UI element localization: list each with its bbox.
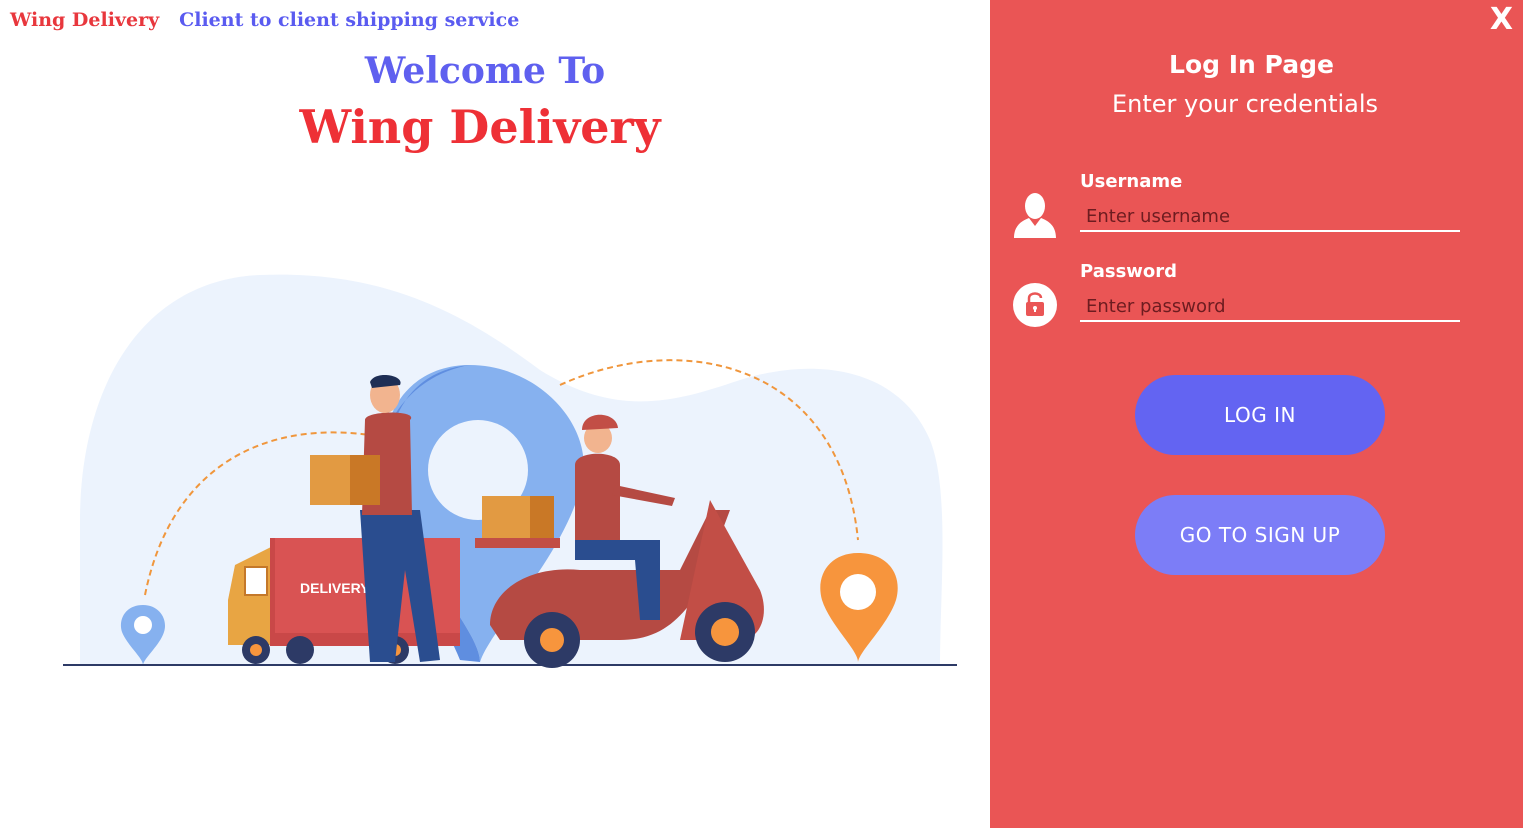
username-label: Username xyxy=(1080,171,1183,192)
welcome-heading: Welcome To xyxy=(364,50,606,92)
panel-title: Log In Page xyxy=(1169,50,1334,79)
top-bar: Wing Delivery Client to client shipping … xyxy=(10,9,519,31)
app-window: Wing Delivery Client to client shipping … xyxy=(0,0,1523,828)
username-input[interactable] xyxy=(1080,202,1460,232)
password-label: Password xyxy=(1080,261,1178,282)
brand-tagline: Client to client shipping service xyxy=(179,9,520,31)
welcome-area: Wing Delivery Client to client shipping … xyxy=(0,0,990,828)
brand-name: Wing Delivery xyxy=(10,9,160,31)
delivery-illustration: DELIVERY xyxy=(63,274,957,668)
lock-icon xyxy=(1013,283,1057,327)
app-title: Wing Delivery xyxy=(299,100,661,154)
panel-subtitle: Enter your credentials xyxy=(1111,90,1379,118)
go-to-signup-button[interactable]: GO TO SIGN UP xyxy=(1135,495,1385,575)
password-input[interactable] xyxy=(1080,292,1460,322)
user-icon xyxy=(1014,193,1056,238)
truck-label: DELIVERY xyxy=(300,580,370,596)
close-button[interactable]: X xyxy=(1490,2,1513,37)
login-button[interactable]: LOG IN xyxy=(1135,375,1385,455)
login-panel: X Log In Page Enter your credentials Use… xyxy=(990,0,1523,828)
